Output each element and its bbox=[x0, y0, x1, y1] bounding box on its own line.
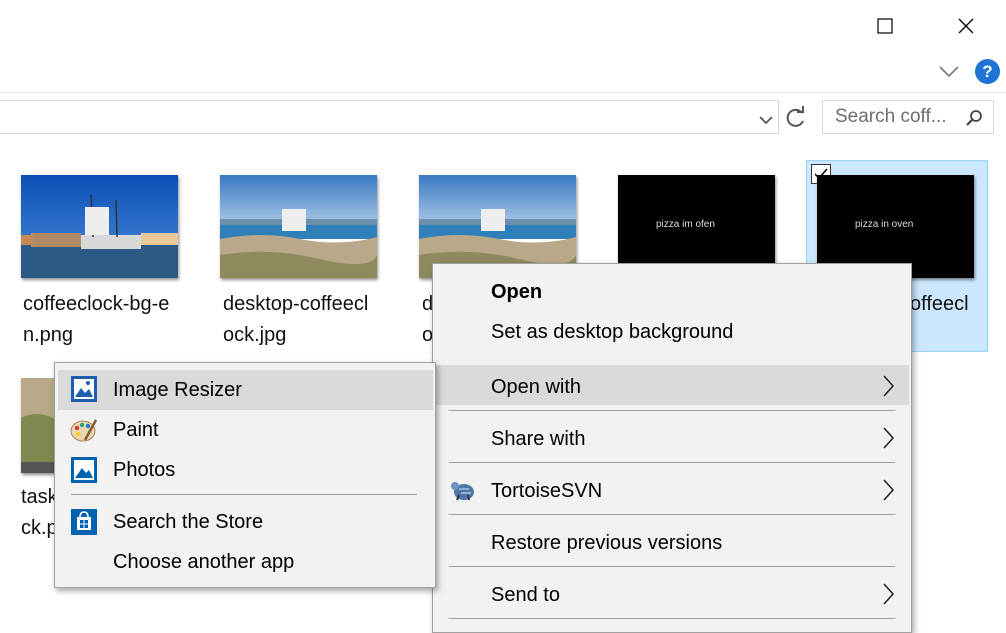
file-name[interactable]: task ck.p bbox=[21, 482, 54, 544]
submenu-item-choose-another-app[interactable]: Choose another app bbox=[113, 551, 294, 574]
menu-item-send-to[interactable]: Send to bbox=[491, 584, 560, 607]
maximize-icon bbox=[877, 18, 893, 34]
file-name[interactable]: coffeeclock-bg-e n.png bbox=[23, 289, 193, 351]
submenu-arrow-icon bbox=[883, 375, 895, 397]
menu-separator bbox=[71, 494, 417, 495]
menu-separator bbox=[449, 462, 895, 463]
menu-item-set-desktop-background[interactable]: Set as desktop background bbox=[491, 321, 733, 344]
file-name[interactable]: coffeeclg bbox=[900, 289, 990, 351]
address-history-chevron-icon[interactable] bbox=[756, 110, 776, 130]
expand-ribbon-chevron-icon[interactable] bbox=[936, 60, 962, 82]
file-name[interactable]: desktop-coffeecl ock.jpg bbox=[223, 289, 393, 351]
context-menu: Open Set as desktop background Open with… bbox=[432, 263, 912, 633]
file-thumbnail[interactable] bbox=[220, 175, 377, 278]
coast-photo-image bbox=[220, 175, 377, 278]
search-box[interactable] bbox=[822, 100, 994, 134]
ribbon-divider bbox=[0, 92, 1006, 93]
slide-caption: pizza im ofen bbox=[656, 219, 715, 230]
menu-item-share-with[interactable]: Share with bbox=[491, 428, 586, 451]
help-button[interactable]: ? bbox=[975, 59, 1000, 84]
search-input[interactable] bbox=[833, 105, 969, 129]
submenu-item-photos[interactable]: Photos bbox=[113, 459, 175, 482]
submenu-item-image-resizer-label: Image Resizer bbox=[113, 379, 242, 401]
menu-item-tortoisesvn[interactable]: TortoiseSVN bbox=[491, 480, 602, 503]
tortoisesvn-icon bbox=[451, 482, 474, 501]
open-with-submenu: Image Resizer Paint Photos Search the St… bbox=[54, 362, 436, 588]
menu-separator bbox=[449, 410, 895, 411]
menu-separator bbox=[449, 618, 895, 619]
menu-item-restore-previous-versions[interactable]: Restore previous versions bbox=[491, 532, 722, 555]
submenu-item-search-the-store[interactable]: Search the Store bbox=[113, 511, 263, 534]
harbor-photo-image bbox=[21, 175, 178, 278]
image-resizer-icon bbox=[71, 376, 97, 402]
submenu-arrow-icon bbox=[883, 583, 895, 605]
menu-separator bbox=[449, 566, 895, 567]
submenu-arrow-icon bbox=[883, 427, 895, 449]
store-icon bbox=[71, 509, 97, 535]
close-icon bbox=[958, 18, 974, 34]
file-thumbnail[interactable] bbox=[21, 175, 178, 278]
paint-palette-icon bbox=[70, 419, 98, 442]
address-bar[interactable] bbox=[0, 100, 779, 134]
maximize-button[interactable] bbox=[863, 6, 907, 46]
submenu-item-paint[interactable]: Paint bbox=[113, 419, 159, 442]
close-button[interactable] bbox=[944, 6, 988, 46]
submenu-arrow-icon bbox=[883, 479, 895, 501]
menu-item-open[interactable]: Open bbox=[491, 281, 542, 304]
file-name[interactable]: do bbox=[422, 289, 432, 351]
menu-separator bbox=[449, 514, 895, 515]
search-icon[interactable] bbox=[965, 109, 983, 127]
photos-icon bbox=[71, 457, 97, 483]
menu-item-open-with-label: Open with bbox=[491, 376, 582, 398]
refresh-icon[interactable] bbox=[783, 104, 809, 132]
slide-caption: pizza in oven bbox=[855, 219, 914, 230]
